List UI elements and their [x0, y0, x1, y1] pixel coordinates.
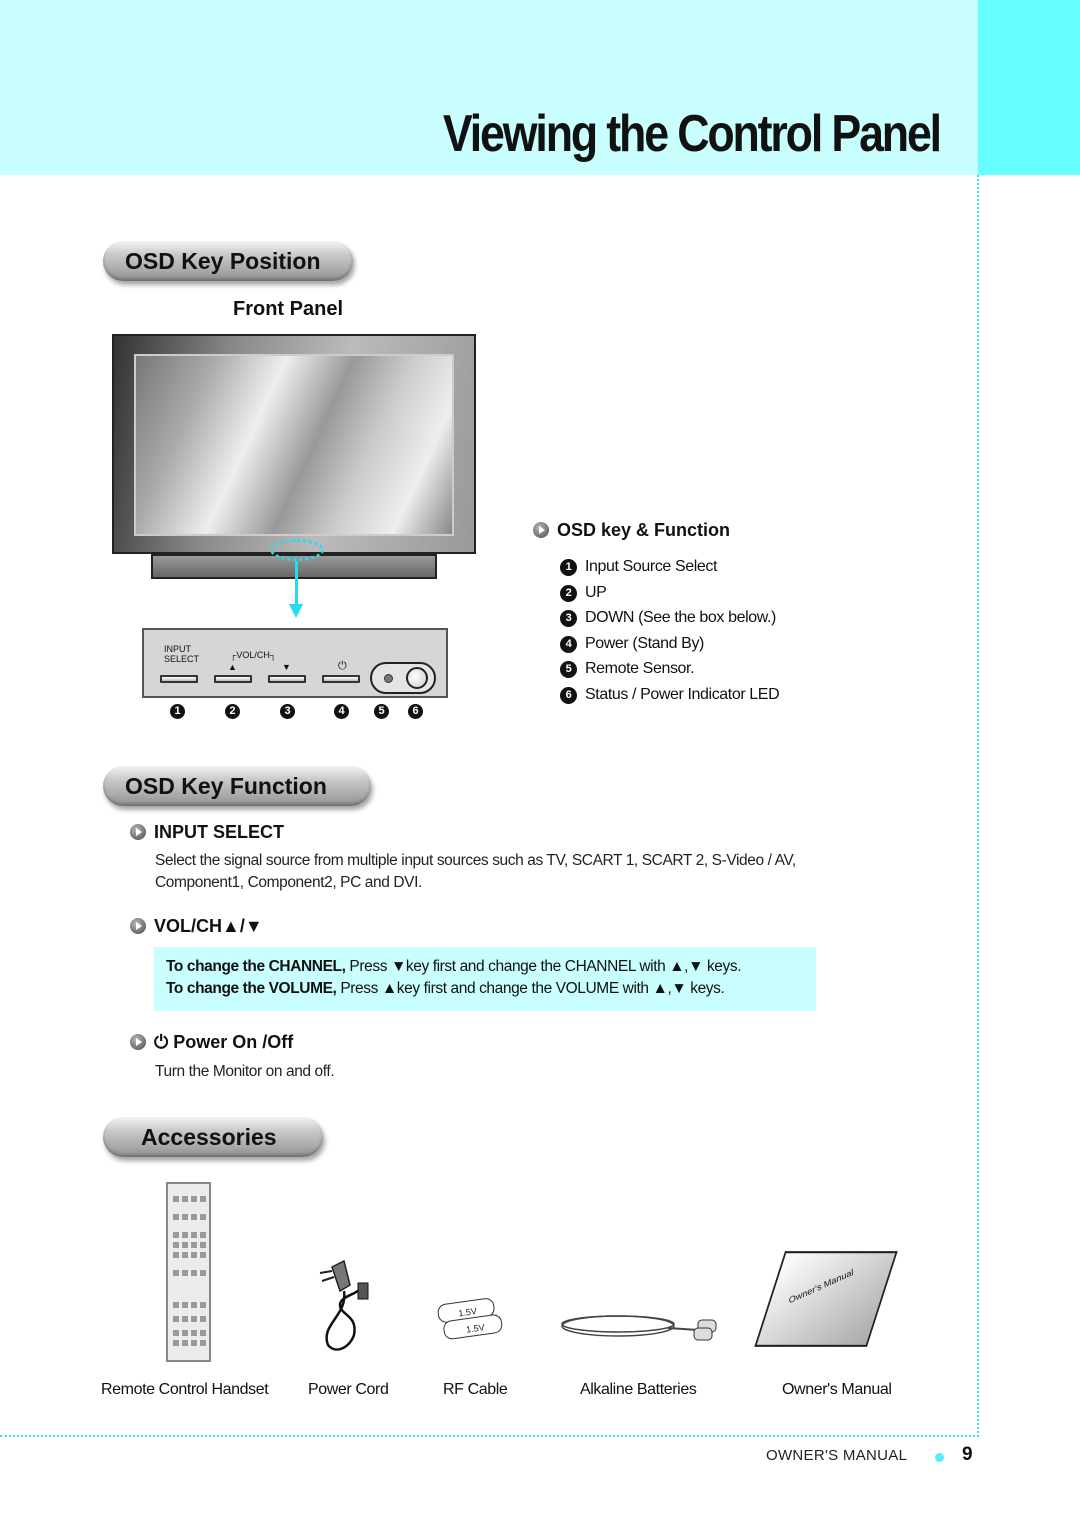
volch-info-box: To change the CHANNEL, Press ▼key first … [154, 947, 816, 1011]
footer-dot-icon [935, 1453, 944, 1462]
section-title-accessories: Accessories [103, 1117, 323, 1157]
remote-sensor [384, 674, 393, 683]
power-description: Turn the Monitor on and off. [155, 1063, 335, 1080]
channel-instruction: To change the CHANNEL, Press ▼key first … [166, 958, 742, 975]
list-item: 4 Power (Stand By) [560, 634, 779, 660]
power-cord-illustration [319, 1259, 369, 1351]
down-arrow-icon: ▼ [282, 662, 291, 672]
osd-key-list: 1 Input Source Select 2 UP 3 DOWN (See the … [560, 557, 780, 711]
callout-2: 2 [225, 704, 240, 719]
input-select-key[interactable] [160, 675, 198, 683]
accessory-label-rf-cable: RF Cable [443, 1381, 508, 1398]
tv-screen [134, 354, 454, 536]
callout-1: 1 [170, 704, 185, 719]
batteries-illustration: 1.5V 1.5V [437, 1298, 503, 1340]
callout-6: 6 [408, 704, 423, 719]
accessory-label-batteries: Alkaline Batteries [580, 1381, 697, 1398]
pointer-arrow-icon [289, 604, 303, 618]
owners-manual-illustration: Owner's Manual [754, 1251, 898, 1347]
list-item: 1 Input Source Select [560, 557, 779, 583]
power-heading: ⏻ Power On /Off [130, 1032, 293, 1053]
manual-cover-text: Owner's Manual [788, 1266, 854, 1306]
volch-heading: VOL/CH▲/▼ [130, 916, 263, 937]
osd-key-function-heading: OSD key & Function [533, 520, 730, 541]
sensor-housing [370, 662, 436, 694]
bullet-icon [533, 522, 549, 538]
input-select-description: Select the signal source from multiple i… [155, 852, 796, 891]
footer-label: OWNER'S MANUAL [766, 1447, 908, 1464]
front-panel-subtitle: Front Panel [233, 298, 344, 320]
tv-front-illustration [112, 334, 476, 554]
power-icon: ⏻ [338, 660, 347, 672]
header-tab [978, 0, 1080, 175]
bullet-icon [130, 824, 146, 840]
accessory-label-power-cord: Power Cord [308, 1381, 389, 1398]
accessory-label-remote: Remote Control Handset [101, 1381, 269, 1398]
bullet-icon [130, 918, 146, 934]
dotted-border-bottom [0, 1435, 979, 1437]
accessory-label-manual: Owner's Manual [782, 1381, 892, 1398]
callout-4: 4 [334, 704, 349, 719]
bullet-icon [130, 1034, 146, 1050]
dotted-border-right [977, 175, 979, 1437]
volume-instruction: To change the VOLUME, Press ▲key first a… [166, 980, 725, 997]
remote-control-illustration [166, 1182, 211, 1362]
callout-3: 3 [280, 704, 295, 719]
list-item: 5 Remote Sensor. [560, 659, 779, 685]
input-select-label: INPUT SELECT [164, 644, 200, 664]
list-item: 2 UP [560, 583, 779, 609]
callout-5: 5 [374, 704, 389, 719]
volch-label: ┌VOL/CH┐ [230, 650, 277, 660]
pointer-arrow-line [295, 561, 298, 607]
rf-cable-illustration [561, 1315, 717, 1341]
page-title: Viewing the Control Panel [442, 105, 942, 163]
list-item: 3 DOWN (See the box below.) [560, 608, 779, 634]
down-key[interactable] [268, 675, 306, 683]
up-arrow-icon: ▲ [228, 662, 237, 672]
section-title-osd-key-position: OSD Key Position [103, 241, 353, 281]
list-item: 6 Status / Power Indicator LED [560, 685, 780, 711]
section-title-osd-key-function: OSD Key Function [103, 766, 371, 806]
input-select-heading: INPUT SELECT [130, 822, 284, 843]
power-indicator-led [406, 667, 428, 689]
power-key[interactable] [322, 675, 360, 683]
page-number: 9 [962, 1444, 973, 1465]
key-location-highlight [270, 539, 324, 561]
up-key[interactable] [214, 675, 252, 683]
control-panel-closeup: INPUT SELECT ┌VOL/CH┐ ▲ ▼ ⏻ [142, 628, 448, 698]
